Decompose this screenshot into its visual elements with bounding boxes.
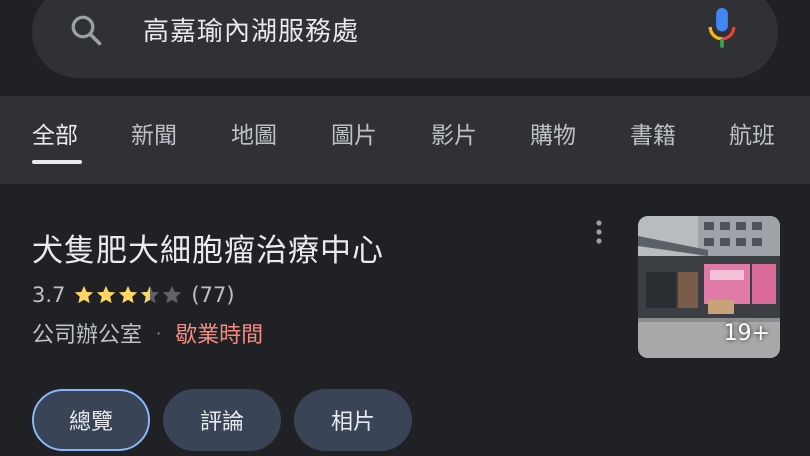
search-icon[interactable]	[68, 12, 104, 48]
tab-books[interactable]: 書籍	[630, 120, 676, 152]
star-half-icon	[141, 285, 160, 304]
tab-all[interactable]: 全部	[32, 120, 78, 152]
tab-flights[interactable]: 航班	[729, 120, 775, 152]
search-input[interactable]: 高嘉瑜內湖服務處	[143, 14, 359, 50]
review-count[interactable]: (77)	[191, 283, 234, 307]
star-icon	[75, 285, 94, 304]
rating-value: 3.7	[32, 283, 66, 307]
tab-shopping[interactable]: 購物	[530, 120, 576, 152]
hours-status: 歇業時間	[175, 323, 264, 348]
place-info-row: 公司辦公室 · 歇業時間	[32, 316, 263, 350]
rating-row: 3.7 (77)	[32, 280, 235, 310]
search-area: 高嘉瑜內湖服務處	[0, 0, 810, 96]
mic-icon[interactable]	[704, 8, 740, 52]
active-tab-indicator	[32, 160, 82, 164]
star-empty-icon	[163, 285, 182, 304]
photo-count: 19+	[723, 321, 770, 346]
tab-news[interactable]: 新聞	[131, 120, 177, 152]
search-tabs: 全部 新聞 地圖 圖片 影片 購物 書籍 航班	[0, 96, 810, 184]
place-photo[interactable]: 19+	[638, 216, 780, 358]
tab-videos[interactable]: 影片	[431, 120, 477, 152]
tab-maps[interactable]: 地圖	[231, 120, 277, 152]
tab-images[interactable]: 圖片	[331, 120, 377, 152]
reviews-chip[interactable]: 評論	[163, 389, 281, 451]
place-category: 公司辦公室	[32, 323, 143, 348]
more-options-icon[interactable]	[592, 218, 606, 248]
rating-stars	[73, 284, 183, 306]
overview-chip[interactable]: 總覽	[32, 389, 150, 451]
star-icon	[119, 285, 138, 304]
separator-dot: ·	[156, 323, 162, 343]
star-icon	[97, 285, 116, 304]
place-title[interactable]: 犬隻肥大細胞瘤治療中心	[32, 230, 384, 272]
photos-chip[interactable]: 相片	[294, 389, 412, 451]
